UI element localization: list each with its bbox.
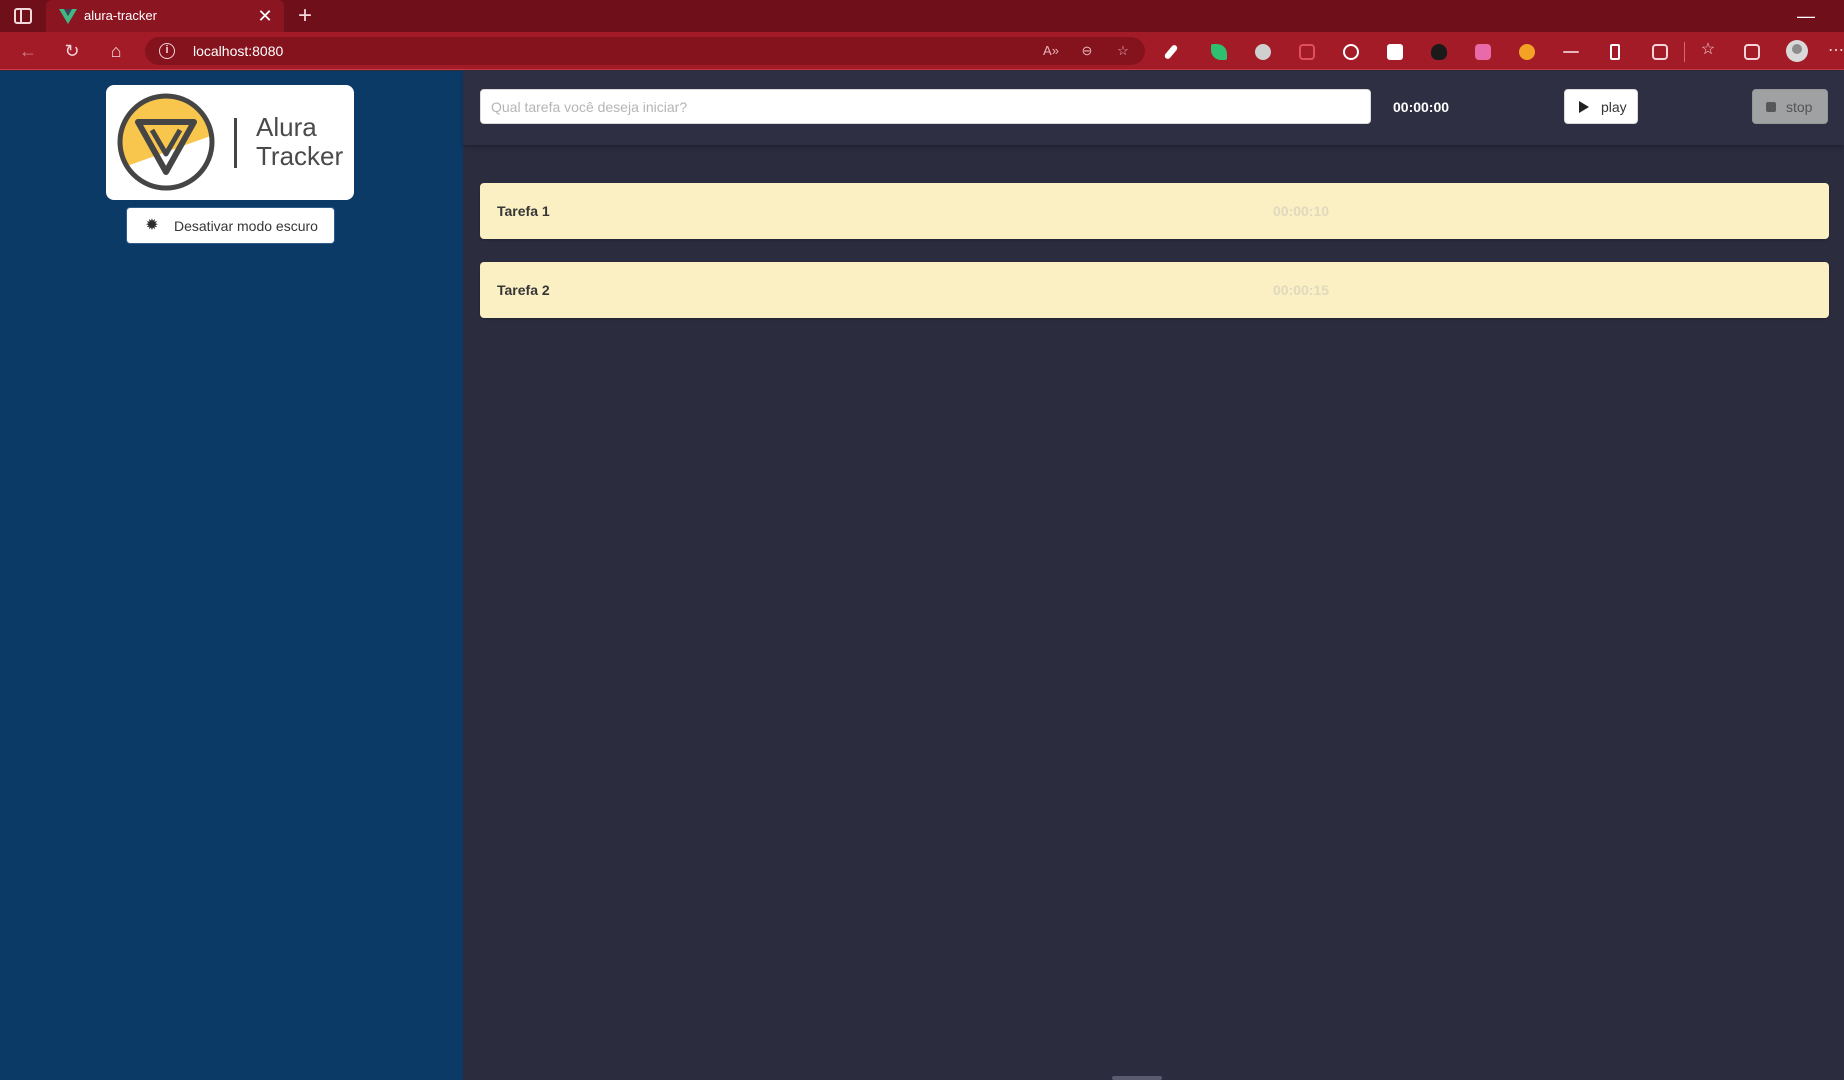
logo-text-line2: Tracker xyxy=(256,141,344,171)
stopwatch-display: 00:00:00 xyxy=(1393,99,1450,115)
phone-icon[interactable] xyxy=(1610,44,1620,60)
task-duration: 00:00:15 xyxy=(1273,282,1330,298)
flame-icon[interactable] xyxy=(1431,44,1447,60)
logo-wordmark: Alura Tracker xyxy=(256,113,343,171)
profile-avatar[interactable] xyxy=(1786,40,1808,62)
main-content: 00:00:00 play stop Tarefa 1 00:00:10 Tar… xyxy=(463,71,1844,1080)
vue-favicon-icon xyxy=(59,9,77,24)
task-duration: 00:00:10 xyxy=(1273,203,1330,219)
favorites-icon[interactable]: ☆ xyxy=(1697,41,1719,59)
site-info-icon[interactable]: i xyxy=(159,43,175,59)
task-name: Tarefa 1 xyxy=(497,203,550,219)
favorite-add-icon[interactable]: ☆ xyxy=(1112,42,1134,60)
back-icon[interactable]: ← xyxy=(14,37,42,65)
task-item[interactable]: Tarefa 1 00:00:10 xyxy=(480,183,1829,239)
scrollbar[interactable] xyxy=(1112,1076,1162,1080)
stop-button[interactable]: stop xyxy=(1752,89,1828,124)
task-form: 00:00:00 play stop xyxy=(463,71,1844,145)
screenshot-icon[interactable] xyxy=(1299,44,1315,60)
read-aloud-icon[interactable]: A» xyxy=(1040,42,1062,60)
play-label: play xyxy=(1601,99,1627,115)
tab-actions-icon[interactable] xyxy=(14,8,32,24)
close-icon[interactable]: ✕ xyxy=(254,5,276,27)
more-icon[interactable]: ⋯ xyxy=(1828,40,1844,60)
m-icon[interactable] xyxy=(1475,44,1491,60)
toggle-dark-mode-button[interactable]: ✹ Desativar modo escuro xyxy=(126,207,335,244)
zoom-out-icon[interactable]: ⊖ xyxy=(1076,42,1098,60)
task-input[interactable] xyxy=(480,89,1371,124)
alura-tracker-logo-icon xyxy=(117,93,215,191)
browser-tab-bar: alura-tracker ✕ + — xyxy=(0,0,1844,32)
url-text: localhost:8080 xyxy=(193,43,284,59)
tab-title: alura-tracker xyxy=(84,8,157,23)
url-field[interactable]: i localhost:8080 A» ⊖ ☆ xyxy=(145,37,1145,65)
collections-icon[interactable] xyxy=(1744,44,1760,60)
sidebar: Alura Tracker ✹ Desativar modo escuro xyxy=(0,71,463,1080)
firefox-icon[interactable] xyxy=(1519,44,1535,60)
notion-icon[interactable] xyxy=(1387,44,1403,60)
leaf-icon[interactable] xyxy=(1211,44,1227,60)
sun-icon: ✹ xyxy=(145,217,159,234)
pen-icon[interactable] xyxy=(1163,43,1179,61)
task-name: Tarefa 2 xyxy=(497,282,550,298)
toggle-dark-mode-label: Desativar modo escuro xyxy=(174,218,318,234)
task-list: Tarefa 1 00:00:10 Tarefa 2 00:00:15 xyxy=(480,183,1829,341)
home-icon[interactable]: ⌂ xyxy=(102,37,130,65)
logo-text-line1: Alura xyxy=(256,112,317,142)
logo-divider xyxy=(234,118,237,168)
play-button[interactable]: play xyxy=(1564,89,1638,124)
toolbar-divider xyxy=(1684,42,1685,62)
stop-icon xyxy=(1766,102,1776,112)
extensions-icon[interactable] xyxy=(1652,44,1668,60)
logo: Alura Tracker xyxy=(106,85,354,200)
reload-icon[interactable]: ↻ xyxy=(58,37,86,65)
react-icon[interactable] xyxy=(1343,44,1359,60)
play-icon xyxy=(1579,101,1589,113)
browser-tab[interactable]: alura-tracker ✕ xyxy=(46,0,284,32)
strike-icon[interactable] xyxy=(1563,51,1579,53)
sphere-icon[interactable] xyxy=(1255,44,1271,60)
stop-label: stop xyxy=(1786,99,1813,115)
task-item[interactable]: Tarefa 2 00:00:15 xyxy=(480,262,1829,318)
minimize-icon[interactable]: — xyxy=(1792,5,1820,27)
browser-address-bar: ← ↻ ⌂ i localhost:8080 A» ⊖ ☆ ☆ ⋯ xyxy=(0,32,1844,70)
new-tab-icon[interactable]: + xyxy=(292,3,318,29)
